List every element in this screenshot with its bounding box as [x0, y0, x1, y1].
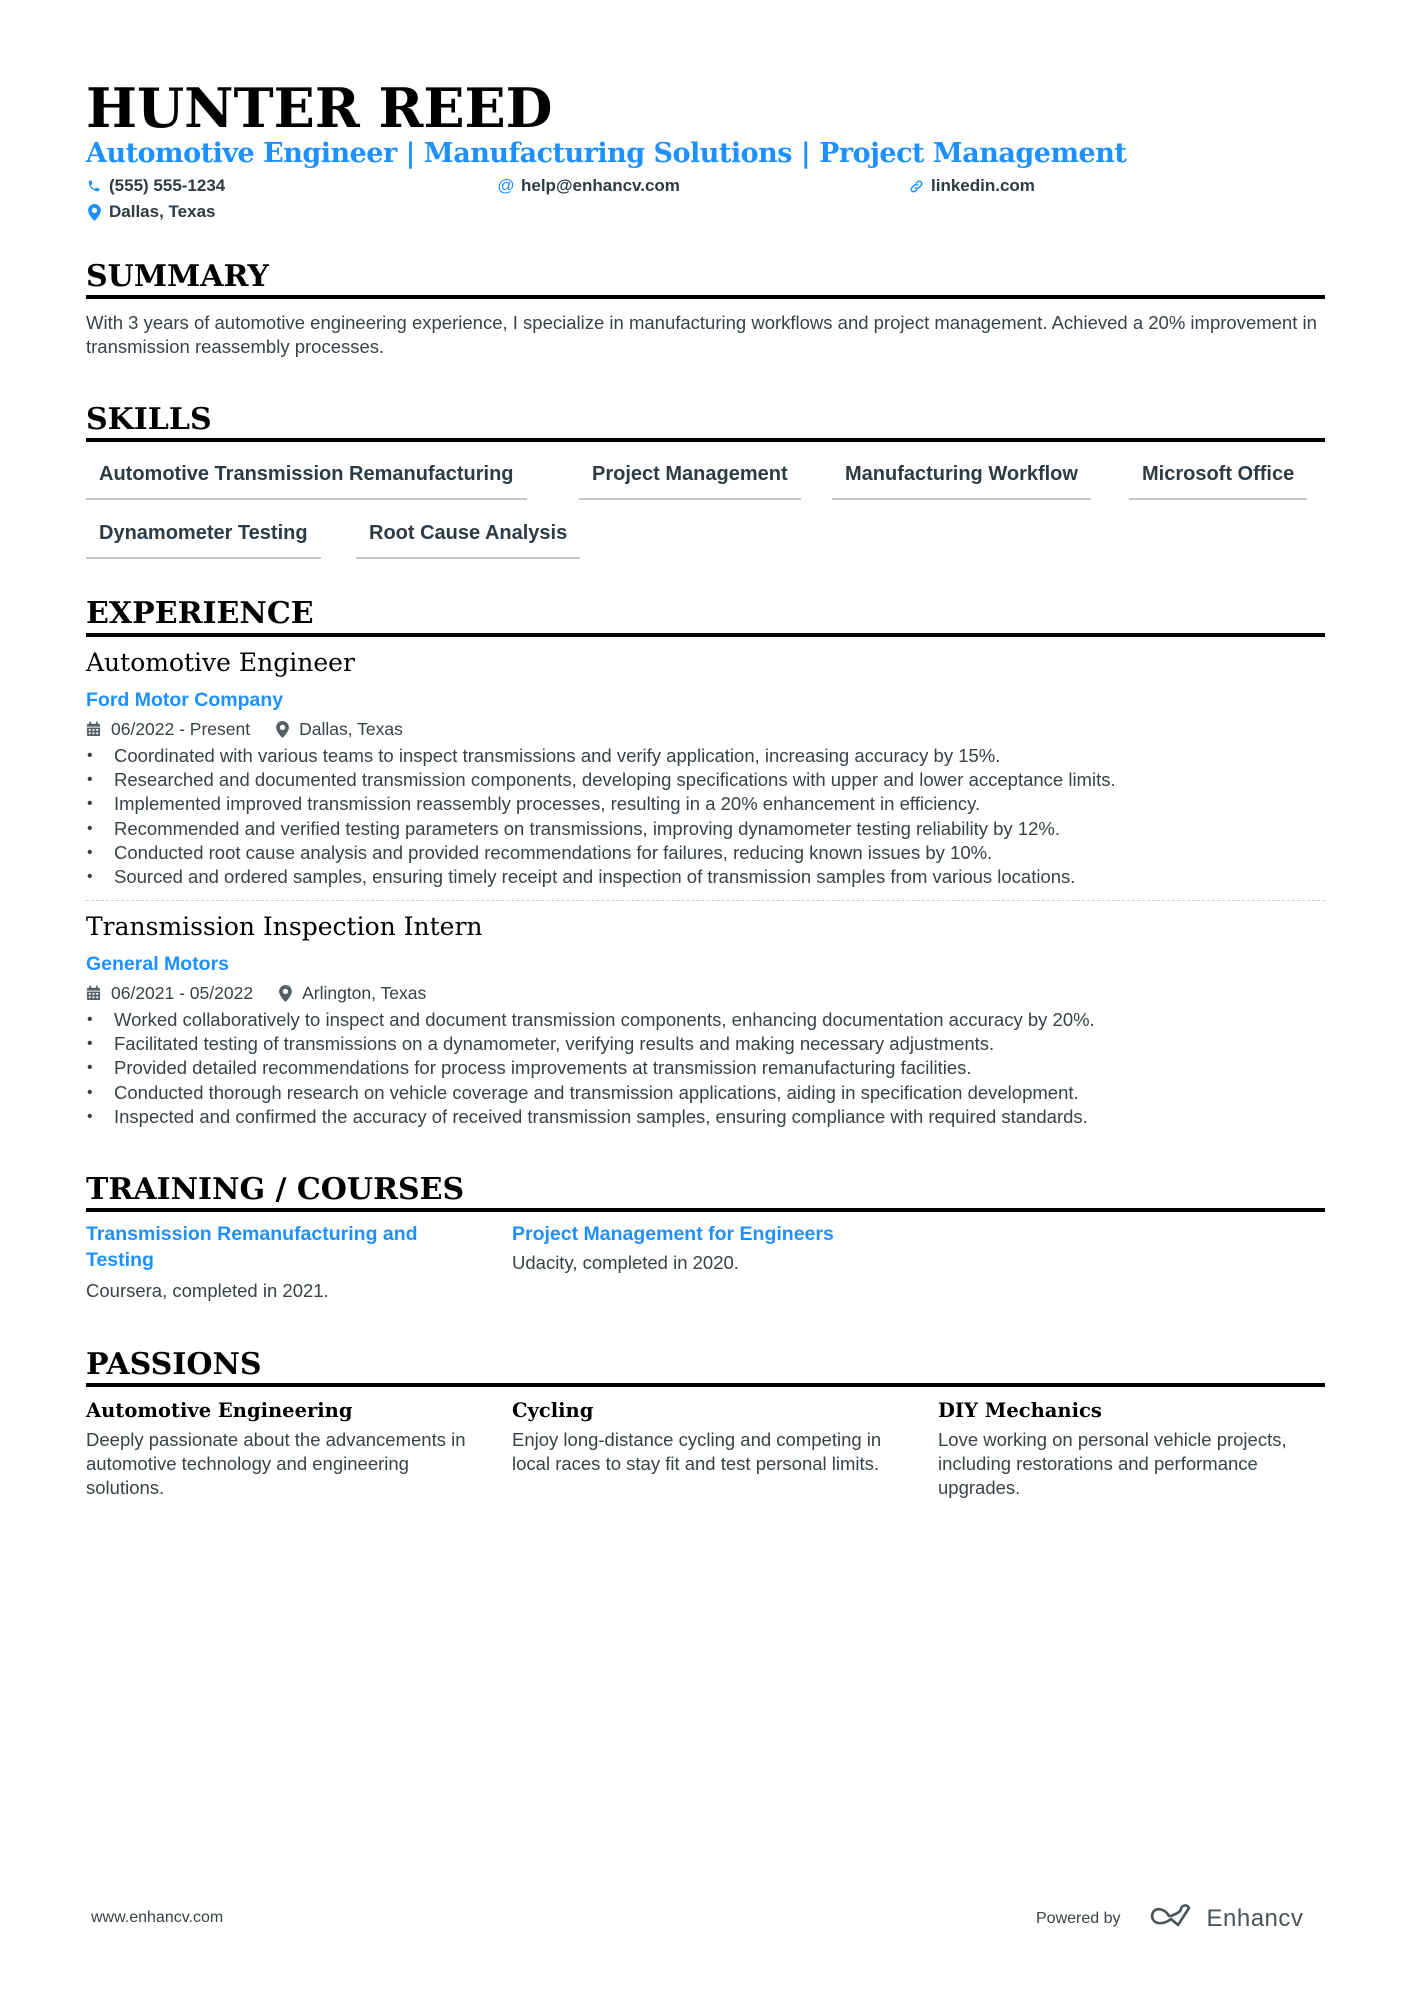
bullet-item: Conducted root cause analysis and provid… [86, 841, 1325, 865]
entry-divider [86, 900, 1325, 901]
training-divider [86, 1208, 1325, 1212]
course-desc: Coursera, completed in 2021. [86, 1280, 329, 1301]
link-icon [908, 179, 924, 194]
powered-by-label: Powered by [1036, 1909, 1121, 1927]
course-title: Transmission Remanufacturing and Testing [86, 1223, 418, 1271]
phone-text: (555) 555-1234 [109, 176, 226, 195]
job-bullets: Coordinated with various teams to inspec… [86, 744, 1325, 889]
headline: Automotive Engineer | Manufacturing Solu… [86, 138, 1127, 169]
enhancv-logo-icon [1149, 1903, 1195, 1934]
at-icon: @ [497, 176, 515, 195]
contact-location: Dallas, Texas [86, 201, 215, 223]
job-dates: 06/2022 - Present [111, 719, 251, 739]
skills-heading: SKILLS [86, 402, 212, 437]
bullet-item: Coordinated with various teams to inspec… [86, 744, 1325, 768]
training-heading: TRAINING / COURSES [86, 1172, 465, 1207]
passion-title: Cycling [512, 1399, 594, 1422]
skill-tag: Automotive Transmission Remanufacturing [86, 462, 527, 500]
linkedin-link[interactable]: linkedin.com [931, 175, 1035, 197]
skill-tag: Project Management [579, 462, 801, 500]
location-pin-icon [86, 203, 102, 221]
bullet-item: Researched and documented transmission c… [86, 768, 1325, 792]
bullet-item: Implemented improved transmission reasse… [86, 792, 1325, 816]
calendar-icon [86, 721, 101, 737]
skill-tag: Microsoft Office [1129, 462, 1308, 500]
course-desc: Udacity, completed in 2020. [512, 1252, 739, 1273]
job-title: Automotive Engineer [86, 648, 355, 677]
enhancv-wordmark: Enhancv [1206, 1904, 1304, 1932]
experience-heading: EXPERIENCE [86, 596, 314, 631]
bullet-item: Recommended and verified testing paramet… [86, 817, 1325, 841]
skill-tag: Dynamometer Testing [86, 521, 321, 559]
footer-website[interactable]: www.enhancv.com [91, 1908, 223, 1928]
skill-tag: Root Cause Analysis [356, 521, 581, 559]
job-location: Dallas, Texas [299, 719, 403, 739]
job-dates: 06/2021 - 05/2022 [111, 983, 254, 1003]
passions-divider [86, 1383, 1325, 1387]
contact-email[interactable]: @ help@enhancv.com [497, 175, 680, 197]
phone-icon [86, 179, 102, 193]
bullet-item: Conducted thorough research on vehicle c… [86, 1081, 1325, 1105]
footer-brand: Powered by Enhancv [1036, 1903, 1303, 1934]
job-bullets: Worked collaboratively to inspect and do… [86, 1008, 1325, 1129]
bullet-item: Inspected and confirmed the accuracy of … [86, 1105, 1325, 1129]
bullet-item: Facilitated testing of transmissions on … [86, 1032, 1325, 1056]
location-text: Dallas, Texas [109, 202, 216, 221]
location-pin-icon [276, 720, 289, 738]
skill-tag: Manufacturing Workflow [832, 462, 1091, 500]
passion-title: DIY Mechanics [938, 1399, 1102, 1422]
location-pin-icon [279, 984, 292, 1002]
course-title: Project Management for Engineers [512, 1223, 834, 1245]
passion-desc: Love working on personal vehicle project… [938, 1429, 1287, 1498]
contact-phone: (555) 555-1234 [86, 175, 225, 197]
bullet-item: Sourced and ordered samples, ensuring ti… [86, 865, 1325, 889]
job-meta: 06/2021 - 05/2022 Arlington, Texas [86, 982, 426, 1004]
candidate-name: HUNTER REED [86, 76, 553, 140]
email-link[interactable]: help@enhancv.com [521, 175, 680, 197]
bullet-item: Provided detailed recommendations for pr… [86, 1056, 1325, 1080]
experience-divider [86, 633, 1325, 637]
job-title: Transmission Inspection Intern [86, 912, 483, 941]
passion-title: Automotive Engineering [86, 1399, 353, 1422]
passion-desc: Deeply passionate about the advancements… [86, 1429, 466, 1498]
job-meta: 06/2022 - Present Dallas, Texas [86, 718, 403, 740]
company-name: General Motors [86, 953, 230, 975]
contact-link[interactable]: linkedin.com [908, 175, 1035, 197]
passions-heading: PASSIONS [86, 1347, 262, 1382]
passion-desc: Enjoy long-distance cycling and competin… [512, 1429, 882, 1474]
summary-heading: SUMMARY [86, 259, 269, 294]
summary-divider [86, 295, 1325, 299]
job-location: Arlington, Texas [302, 983, 427, 1003]
calendar-icon [86, 985, 101, 1001]
bullet-item: Worked collaboratively to inspect and do… [86, 1008, 1325, 1032]
summary-text: With 3 years of automotive engineering e… [86, 312, 1317, 357]
company-name: Ford Motor Company [86, 689, 284, 711]
skills-divider [86, 438, 1325, 442]
